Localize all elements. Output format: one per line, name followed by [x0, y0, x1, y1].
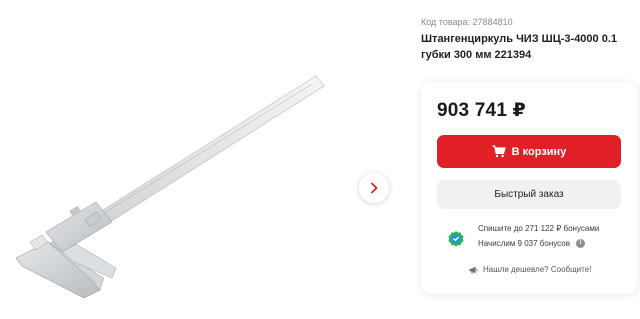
add-to-cart-button[interactable]: В корзину — [437, 135, 621, 168]
product-code-label: Код товара: — [421, 17, 471, 27]
bonus-earn-text: Начислим 9 037 бонусов — [478, 239, 570, 248]
info-icon[interactable]: i — [575, 239, 585, 249]
add-to-cart-label: В корзину — [511, 145, 567, 158]
buy-box: 903 741 ₽ В корзину Быстрый заказ Спишит… — [421, 82, 637, 294]
chevron-right-icon — [371, 182, 378, 194]
product-gallery — [0, 0, 410, 319]
bonus-check-icon — [448, 231, 464, 247]
shopping-cart-icon — [492, 145, 506, 158]
found-cheaper-text: Нашли дешевле? Сообщите! — [483, 265, 592, 274]
price: 903 741 ₽ — [437, 100, 526, 121]
quick-order-label: Быстрый заказ — [494, 189, 564, 200]
product-image[interactable] — [8, 72, 340, 308]
megaphone-icon — [469, 266, 478, 274]
product-code: Код товара: 27884810 — [421, 17, 513, 27]
product-code-value: 27884810 — [472, 17, 513, 27]
product-title: Штангенциркуль ЧИЗ ШЦ-3-4000 0.1 губки 3… — [421, 33, 618, 61]
found-cheaper-link[interactable]: Нашли дешевле? Сообщите! — [469, 265, 591, 274]
bonus-spend-text: Спишите до 271 122 ₽ бонусами — [478, 224, 600, 233]
bonus-info: Спишите до 271 122 ₽ бонусами Начислим 9… — [447, 224, 627, 252]
quick-order-button[interactable]: Быстрый заказ — [437, 180, 621, 209]
bonus-earn-row: Начислим 9 037 бонусов i — [478, 239, 585, 249]
next-image-button[interactable] — [359, 173, 389, 203]
